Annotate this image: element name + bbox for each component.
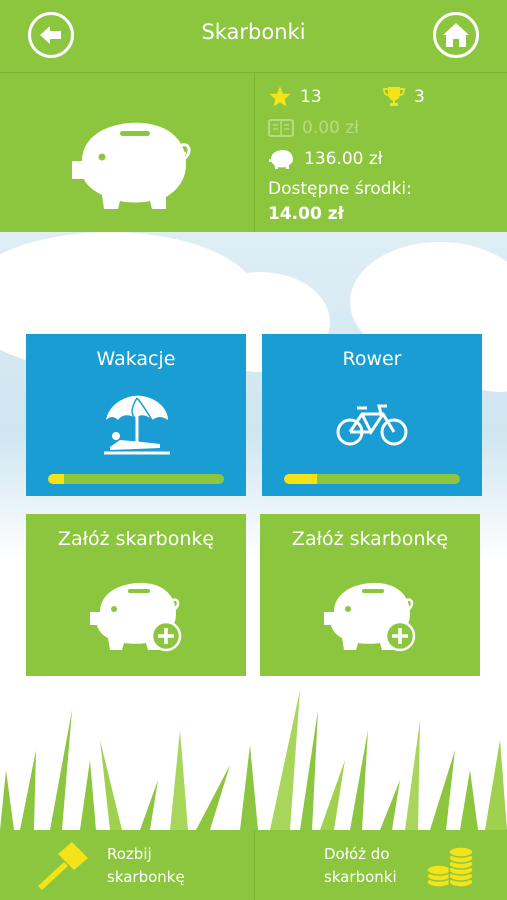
trophies-count: 3 [414,87,425,107]
content-area: Wakacje Rower Załóż skarbonkę Załóż skar… [0,232,507,830]
stars-count: 13 [300,87,322,107]
bottom-bar: Rozbij skarbonkę Dołóż do skarbonki [0,830,507,900]
home-icon [443,23,469,47]
wallet-amount: 0.00 zł [302,118,360,138]
available-value: 14.00 zł [268,204,344,224]
add-label-line2: skarbonki [324,868,397,886]
home-button[interactable] [433,12,479,58]
create-piggy-tile[interactable]: Załóż skarbonkę [260,514,480,676]
tile-title: Wakacje [96,348,176,370]
coins-icon [426,846,474,888]
progress-bar [48,474,224,484]
add-to-piggy-button[interactable]: Dołóż do skarbonki [255,830,507,900]
progress-bar [284,474,460,484]
wallet-icon [268,119,294,137]
wallet-stat: 0.00 zł [268,118,359,138]
progress-fill [284,474,318,484]
hammer-icon [38,842,88,890]
trophy-icon [383,87,405,106]
add-piggy-bank-icon [324,582,416,652]
stats-divider [254,73,255,233]
beach-umbrella-icon [104,395,170,455]
top-bar: Skarbonki [0,0,507,72]
bicycle-icon [336,404,408,446]
tile-title: Załóż skarbonkę [57,528,215,550]
piggy-stat: 136.00 zł [268,148,383,170]
trophies-stat: 3 [382,85,425,109]
page-title: Skarbonki [201,20,306,44]
add-label-line1: Dołóż do [324,845,390,863]
stats-panel: 13 3 0.00 zł 136.00 zł Dostępne środki: … [0,72,507,233]
break-label-line1: Rozbij [107,845,152,863]
create-piggy-tile[interactable]: Załóż skarbonkę [26,514,246,676]
available-label: Dostępne środki: [268,179,412,199]
star-icon [269,86,291,107]
break-label-line2: skarbonkę [107,868,185,886]
piggy-amount: 136.00 zł [304,149,383,169]
progress-fill [48,474,64,484]
add-piggy-bank-icon [90,582,182,652]
grass-decoration [0,690,507,830]
tile-title: Rower [342,348,402,370]
break-piggy-button[interactable]: Rozbij skarbonkę [0,830,254,900]
piggy-tile-rower[interactable]: Rower [262,334,482,496]
piggy-bank-icon [72,122,191,209]
tile-title: Załóż skarbonkę [291,528,449,550]
stars-stat: 13 [268,85,322,109]
piggy-tile-wakacje[interactable]: Wakacje [26,334,246,496]
small-piggy-icon [269,150,293,169]
